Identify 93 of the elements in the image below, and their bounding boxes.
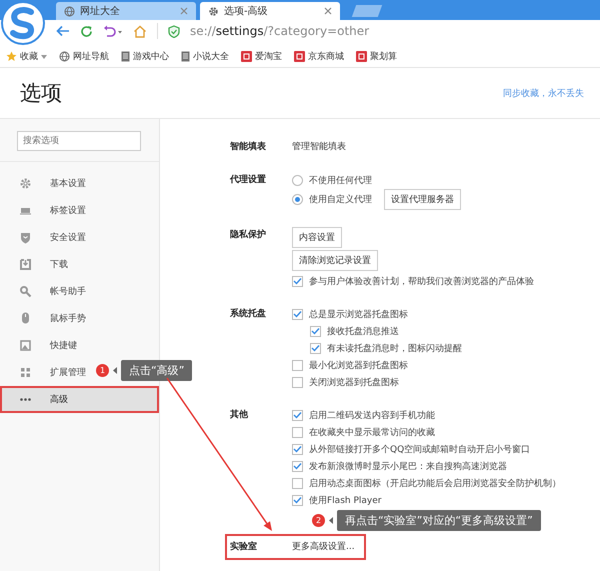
sidebar-item[interactable]: 帐号助手 — [0, 278, 159, 305]
option-label: 有未读托盘消息时，图标闪动提醒 — [327, 342, 462, 354]
globe-icon — [64, 6, 75, 16]
option-label: 总是显示浏览器托盘图标 — [309, 308, 408, 320]
bookmark-item[interactable]: 网址导航 — [59, 50, 109, 63]
magnifier-icon — [19, 285, 32, 298]
square-logo-icon — [294, 51, 305, 62]
section-label: 隐私保护 — [230, 228, 267, 242]
bookmark-item[interactable]: 京东商城 — [294, 50, 344, 63]
globe-icon — [59, 51, 70, 62]
square-logo-icon — [356, 51, 367, 62]
sidebar-item[interactable]: 基本设置 — [0, 170, 159, 197]
section-label: 系统托盘 — [230, 307, 267, 321]
annotation-callout: 点击“高级” — [121, 360, 192, 381]
annotation-callout: 再点击“实验室”对应的“更多高级设置” — [337, 510, 541, 531]
bookmark-item[interactable]: 爱淘宝 — [241, 50, 282, 63]
checkbox[interactable] — [292, 444, 303, 454]
checkbox[interactable] — [292, 478, 303, 488]
checkbox[interactable] — [292, 360, 303, 370]
section-label: 实验室 — [230, 540, 258, 554]
pointer-icon — [329, 517, 333, 524]
document-icon — [181, 51, 190, 62]
gear-icon — [208, 6, 219, 16]
sidebar-item[interactable]: 快捷键 — [0, 332, 159, 359]
option-label: 接收托盘消息推送 — [327, 326, 399, 338]
option-label: 从外部链接打开多个QQ空间或邮箱时自动开启小号窗口 — [309, 444, 530, 456]
search-field[interactable]: 搜索选项 — [17, 131, 141, 151]
settings-link[interactable]: 管理智能填表 — [292, 139, 346, 155]
gear-icon — [19, 177, 32, 190]
option-label: 启用动态桌面图标（开启此功能后会启用浏览器安全防护机制） — [309, 478, 561, 490]
step-badge: 2 — [312, 514, 325, 527]
logo-icon — [0, 0, 46, 46]
checkbox[interactable] — [310, 326, 321, 336]
sidebar-item[interactable]: 安全设置 — [0, 224, 159, 251]
checkmark-icon — [293, 411, 302, 419]
star-icon — [6, 51, 17, 62]
address-field[interactable]: se://settings/?category=other — [190, 24, 370, 38]
close-icon[interactable] — [180, 7, 188, 15]
refresh-icon[interactable] — [80, 24, 93, 38]
shield-icon — [19, 231, 32, 244]
checkbox[interactable] — [310, 342, 321, 354]
option-label: 不使用任何代理 — [309, 174, 372, 186]
option-label: 启用二维码发送内容到手机功能 — [309, 410, 435, 422]
browser-tab[interactable]: 选项-高级 — [200, 2, 340, 20]
checkbox[interactable] — [292, 410, 303, 420]
grid-icon — [19, 366, 32, 379]
settings-button[interactable]: 内容设置 — [292, 227, 342, 248]
radio-button[interactable] — [292, 174, 303, 186]
bookmark-item[interactable]: 收藏 — [6, 50, 47, 63]
option-label: 在收藏夹中显示最常访问的收藏 — [309, 426, 435, 438]
page-title: 选项 — [20, 80, 62, 107]
home-icon[interactable] — [133, 24, 147, 38]
checkbox[interactable] — [292, 426, 303, 438]
checkbox[interactable] — [292, 376, 303, 388]
option-label: 关闭浏览器到托盘图标 — [309, 376, 399, 388]
back-icon[interactable] — [56, 25, 70, 37]
sidebar-item[interactable]: 下载 — [0, 251, 159, 278]
section-label: 其他 — [230, 408, 249, 422]
shield-icon — [168, 24, 180, 38]
radio-button[interactable] — [292, 194, 303, 205]
settings-button[interactable]: 清除浏览记录设置 — [292, 250, 378, 271]
bookmark-item[interactable]: 小说大全 — [181, 50, 229, 63]
caret-icon — [41, 54, 47, 58]
browser-tab[interactable]: 网址大全 — [56, 2, 196, 20]
settings-link[interactable]: 更多高级设置... — [292, 539, 355, 555]
document-icon — [121, 51, 130, 62]
square-logo-icon — [241, 51, 252, 62]
settings-button[interactable]: 设置代理服务器 — [384, 189, 461, 210]
checkbox[interactable] — [292, 460, 303, 472]
bookmark-item[interactable]: 聚划算 — [356, 50, 397, 63]
new-tab-button[interactable] — [352, 5, 382, 17]
sidebar-item[interactable]: 标签设置 — [0, 197, 159, 224]
section-label: 智能填表 — [230, 140, 267, 154]
section-label: 代理设置 — [230, 174, 267, 187]
mouse-icon — [19, 312, 32, 325]
image-icon — [19, 339, 32, 352]
option-label: 使用自定义代理 — [309, 194, 372, 206]
close-icon[interactable] — [324, 7, 332, 15]
sidebar-item[interactable]: 高级 — [0, 386, 159, 413]
bookmark-item[interactable]: 游戏中心 — [121, 50, 169, 63]
option-label: 最小化浏览器到托盘图标 — [309, 360, 408, 372]
option-label: 使用Flash Player — [309, 494, 382, 506]
pointer-icon — [113, 367, 117, 374]
checkmark-icon — [293, 496, 302, 504]
download-icon — [19, 258, 32, 271]
option-label: 发布新浪微博时显示小尾巴：来自搜狗高速浏览器 — [309, 460, 507, 472]
checkbox[interactable] — [292, 276, 303, 286]
sidebar-item[interactable]: 鼠标手势 — [0, 305, 159, 332]
checkmark-icon — [293, 277, 302, 285]
checkbox[interactable] — [292, 494, 303, 506]
undo-icon[interactable] — [103, 25, 123, 37]
option-label: 参与用户体验改善计划，帮助我们改善浏览器的产品体验 — [309, 275, 534, 288]
checkbox[interactable] — [292, 308, 303, 320]
